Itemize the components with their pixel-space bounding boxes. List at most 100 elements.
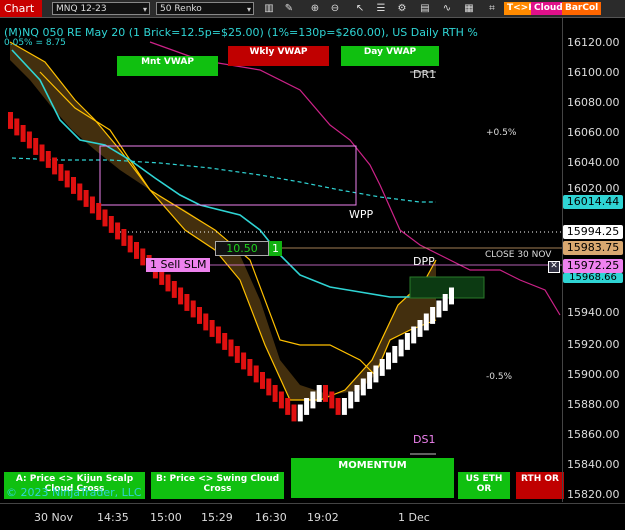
chevron-down-icon: ▾ <box>142 5 147 14</box>
up-brick <box>379 359 385 376</box>
momentum-button[interactable]: MOMENTUM <box>291 458 454 498</box>
down-brick <box>329 391 335 409</box>
swing-cross-button[interactable]: B: Price <> Swing Cloud Cross <box>151 472 284 499</box>
x-tick: 19:02 <box>307 511 339 524</box>
draw-icon[interactable]: ✎ <box>282 2 296 15</box>
chart-subtitle: 0.05% = 8.75 <box>4 38 66 48</box>
x-tick: 16:30 <box>255 511 287 524</box>
close-x-icon[interactable]: ✕ <box>548 261 560 273</box>
down-brick <box>323 385 328 402</box>
close-30nov-label: CLOSE 30 NOV <box>485 250 552 260</box>
y-tick: 16040.00 <box>567 156 620 169</box>
x-tick: 1 Dec <box>398 511 430 524</box>
down-brick <box>197 307 202 324</box>
down-brick <box>58 164 64 181</box>
instrument-selector[interactable]: MNQ 12-23 ▾ <box>52 2 150 15</box>
chart-trader-icon[interactable]: ▤ <box>418 2 432 15</box>
up-brick <box>360 378 366 396</box>
down-brick <box>20 125 26 142</box>
y-tick: 15860.00 <box>567 428 620 441</box>
dr1-label: DR1 <box>413 68 437 81</box>
us-eth-or-button[interactable]: US ETH OR <box>458 472 510 499</box>
y-tick: 16120.00 <box>567 36 620 49</box>
weekly-vwap-line <box>149 41 561 316</box>
monthly-vwap-price-label: 16014.44 <box>563 195 623 209</box>
zoom-out-icon[interactable]: ⊖ <box>328 2 342 15</box>
up-brick <box>297 404 303 422</box>
down-brick <box>171 281 177 298</box>
down-brick <box>178 287 184 305</box>
down-brick <box>285 398 291 415</box>
rth-or-button[interactable]: RTH OR <box>516 472 564 499</box>
x-tick: 14:35 <box>97 511 129 524</box>
down-brick <box>39 144 45 162</box>
down-brick <box>14 118 20 136</box>
properties-icon[interactable]: ☰ <box>374 2 388 15</box>
up-brick <box>373 365 379 383</box>
down-brick <box>234 346 240 363</box>
down-brick <box>121 229 127 246</box>
order-price-box[interactable]: 10.50 <box>215 241 269 256</box>
down-brick <box>108 216 114 233</box>
strategy-icon[interactable]: ⚙ <box>395 2 409 15</box>
down-brick <box>165 274 171 292</box>
up-brick <box>316 385 322 402</box>
mnt-vwap-button[interactable]: Mnt VWAP <box>117 56 218 76</box>
up-brick <box>423 313 429 331</box>
order-qty-box[interactable]: 1 <box>269 241 282 256</box>
up-brick <box>348 391 354 409</box>
cursor-icon[interactable]: ↖ <box>353 2 367 15</box>
bar-type-selector[interactable]: 50 Renko ▾ <box>156 2 254 15</box>
up-brick <box>398 339 404 357</box>
down-brick <box>45 151 51 168</box>
instrument-value: MNQ 12-23 <box>56 4 107 14</box>
y-tick: 15820.00 <box>567 488 620 501</box>
sell-order-tag[interactable]: 1 Sell SLM <box>146 258 210 272</box>
chart-tab[interactable]: Chart <box>0 0 42 17</box>
pct-down-label: -0.5% <box>486 372 513 382</box>
zoom-in-icon[interactable]: ⊕ <box>308 2 322 15</box>
up-brick <box>442 294 448 311</box>
sell-order-price-label: 15972.25 <box>563 259 623 273</box>
bars-icon[interactable]: ▥ <box>262 2 276 15</box>
down-brick <box>115 222 121 240</box>
price-chart[interactable] <box>0 18 562 502</box>
ds1-label: DS1 <box>413 433 436 446</box>
down-brick <box>33 138 39 155</box>
pct-up-label: +0.5% <box>486 128 517 138</box>
templates-icon[interactable]: ▦ <box>462 2 476 15</box>
down-brick <box>8 112 13 129</box>
indicators-icon[interactable]: ∿ <box>440 2 454 15</box>
down-brick <box>83 190 89 207</box>
y-tick: 16020.00 <box>567 182 620 195</box>
barcol-toggle-button[interactable]: BarCol <box>562 2 602 15</box>
day-vwap-price-label: 15968.66 <box>563 273 623 283</box>
up-brick <box>449 287 454 305</box>
last-price-label: 15994.25 <box>563 225 623 239</box>
down-brick <box>222 333 228 350</box>
y-tick: 15900.00 <box>567 368 620 381</box>
up-brick <box>430 307 436 324</box>
cloud-toggle-button[interactable]: Cloud <box>531 2 566 15</box>
day-vwap-button[interactable]: Day VWAP <box>341 46 439 66</box>
down-brick <box>102 209 108 227</box>
y-tick: 15940.00 <box>567 306 620 319</box>
down-brick <box>266 378 272 396</box>
y-tick: 16060.00 <box>567 126 620 139</box>
y-tick: 15920.00 <box>567 338 620 351</box>
wkly-vwap-button[interactable]: Wkly VWAP <box>228 46 329 66</box>
up-brick <box>367 372 373 389</box>
down-brick <box>190 300 196 318</box>
chart-toolbar: Chart MNQ 12-23 ▾ 50 Renko ▾ ▥ ✎ ⊕ ⊖ ↖ ☰… <box>0 0 625 18</box>
x-tick: 30 Nov <box>34 511 73 524</box>
up-brick <box>392 346 398 363</box>
bar-type-value: 50 Renko <box>160 4 202 14</box>
down-brick <box>335 398 341 415</box>
up-brick <box>354 385 360 402</box>
attach-icon[interactable]: ⌗ <box>485 2 499 15</box>
down-brick <box>77 183 83 201</box>
down-brick <box>64 170 70 188</box>
y-tick: 15880.00 <box>567 398 620 411</box>
dpp-label: DPP <box>413 255 435 268</box>
cloud-lower-edge <box>39 71 437 377</box>
